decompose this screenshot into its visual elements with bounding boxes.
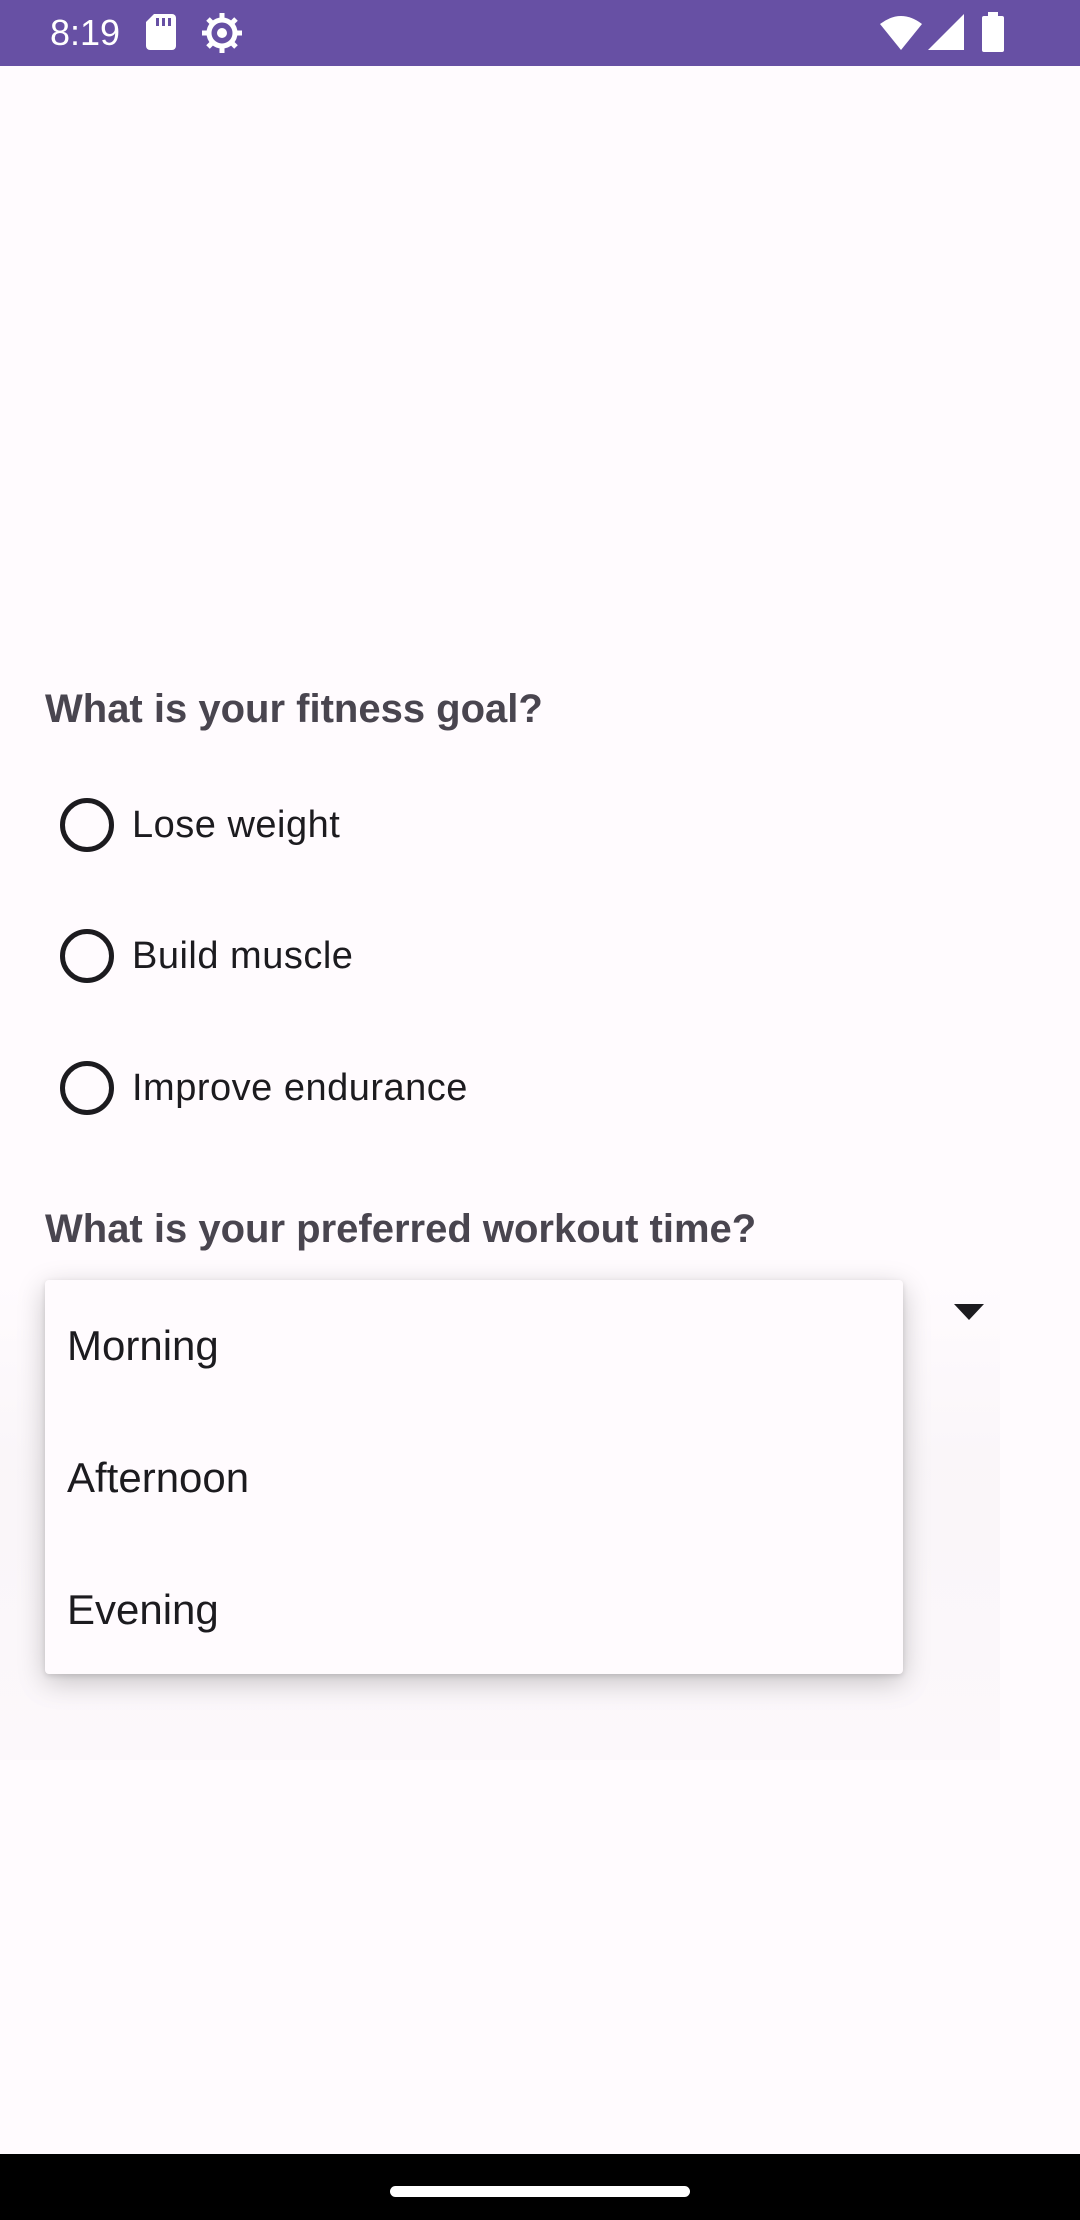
menu-item-evening[interactable]: Evening <box>45 1544 903 1676</box>
wifi-icon <box>880 16 922 50</box>
menu-item-afternoon[interactable]: Afternoon <box>45 1412 903 1544</box>
radio-option-build-muscle[interactable]: Build muscle <box>60 926 353 986</box>
menu-item-morning[interactable]: Morning <box>45 1280 903 1412</box>
radio-option-lose-weight[interactable]: Lose weight <box>60 795 340 855</box>
status-time: 8:19 <box>50 12 121 53</box>
fitness-goal-question: What is your fitness goal? <box>45 687 543 731</box>
radio-button-icon[interactable] <box>60 1061 114 1115</box>
workout-time-dropdown-menu: Morning Afternoon Evening <box>45 1280 903 1674</box>
workout-time-question: What is your preferred workout time? <box>45 1207 757 1251</box>
radio-label: Improve endurance <box>132 1066 468 1109</box>
dropdown-arrow-icon[interactable] <box>954 1304 984 1320</box>
battery-icon <box>982 12 1004 52</box>
settings-gear-icon <box>202 13 242 53</box>
signal-icon <box>928 14 964 50</box>
radio-button-icon[interactable] <box>60 798 114 852</box>
radio-label: Build muscle <box>132 934 354 977</box>
status-bar: 8:19 <box>0 0 1080 66</box>
home-gesture-handle[interactable] <box>390 2186 690 2197</box>
radio-button-icon[interactable] <box>60 929 114 983</box>
radio-label: Lose weight <box>132 803 341 846</box>
radio-option-improve-endurance[interactable]: Improve endurance <box>60 1058 468 1118</box>
sd-card-icon <box>146 14 176 50</box>
